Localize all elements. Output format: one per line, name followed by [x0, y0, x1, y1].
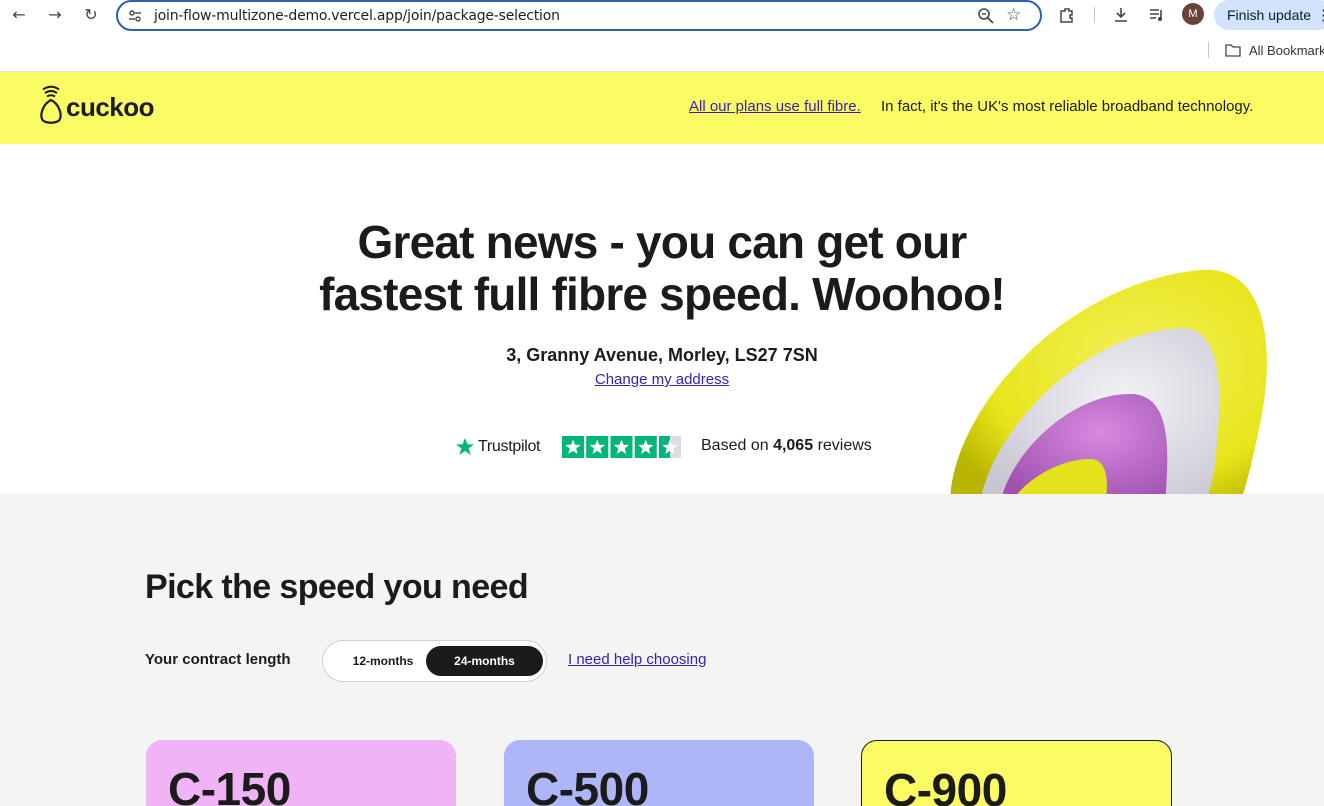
- site-header: cuckoo All our plans use full fibre. In …: [0, 72, 1324, 144]
- bookmark-star-icon[interactable]: ☆: [1006, 5, 1021, 25]
- hero-heading-line2: fastest full fibre speed. Woohoo!: [319, 268, 1006, 320]
- plan-name: C-500: [526, 763, 649, 806]
- rating-star-5: [659, 436, 681, 458]
- banner-tagline: In fact, it's the UK's most reliable bro…: [881, 98, 1254, 115]
- site-info-icon[interactable]: [127, 8, 143, 24]
- contract-option-12-months[interactable]: 12-months: [329, 646, 437, 676]
- package-selection-section: Pick the speed you need Your contract le…: [0, 494, 1324, 806]
- profile-avatar[interactable]: M: [1182, 3, 1204, 25]
- plan-name: C-150: [168, 763, 291, 806]
- service-address: 3, Granny Avenue, Morley, LS27 7SN: [506, 345, 818, 365]
- cuckoo-logo[interactable]: cuckoo: [38, 84, 162, 130]
- contract-option-24-months[interactable]: 24-months: [426, 646, 543, 676]
- rating-star-1: [562, 436, 584, 458]
- back-icon[interactable]: ←: [8, 3, 30, 25]
- plan-card-c150[interactable]: C-150: [146, 740, 456, 806]
- address-bar[interactable]: join-flow-multizone-demo.vercel.app/join…: [116, 0, 1042, 31]
- toolbar-divider: [1094, 7, 1095, 23]
- rating-star-4: [634, 436, 657, 458]
- plan-name: C-900: [884, 764, 1007, 806]
- rating-star-2: [586, 436, 609, 458]
- all-bookmarks-link[interactable]: All Bookmarks: [1249, 43, 1324, 58]
- reviews-count: 4,065: [773, 437, 814, 454]
- contract-length-label: Your contract length: [145, 651, 291, 668]
- extensions-icon[interactable]: [1056, 4, 1078, 26]
- menu-dots-icon[interactable]: ⋮: [1316, 6, 1324, 24]
- full-fibre-link[interactable]: All our plans use full fibre.: [689, 98, 861, 115]
- logo-text: cuckoo: [66, 92, 155, 122]
- folder-icon: [1225, 44, 1241, 57]
- zoom-icon[interactable]: [976, 6, 996, 26]
- help-choosing-link[interactable]: I need help choosing: [568, 651, 706, 668]
- plan-card-c500[interactable]: C-500: [504, 740, 814, 806]
- download-icon[interactable]: [1110, 4, 1132, 26]
- trustpilot-name: Trustpilot: [478, 438, 541, 455]
- plan-card-c900[interactable]: C-900: [861, 740, 1172, 806]
- reviews-summary: Based on 4,065 reviews: [701, 437, 872, 455]
- reviews-prefix: Based on: [701, 437, 769, 454]
- hero-heading: Great news - you can get our fastest ful…: [0, 216, 1324, 320]
- section-title: Pick the speed you need: [145, 568, 529, 606]
- reviews-suffix: reviews: [817, 437, 872, 454]
- url-text[interactable]: join-flow-multizone-demo.vercel.app/join…: [154, 8, 560, 24]
- contract-length-toggle[interactable]: 12-months 24-months: [322, 640, 547, 682]
- browser-toolbar: ← → ↻ join-flow-multizone-demo.vercel.ap…: [0, 0, 1324, 72]
- finish-update-button[interactable]: Finish update: [1214, 0, 1324, 30]
- hero-section: Great news - you can get our fastest ful…: [0, 144, 1324, 494]
- change-address-link[interactable]: Change my address: [0, 371, 1324, 388]
- trustpilot-star-icon: [456, 438, 474, 455]
- trustpilot-rating-stars: [562, 436, 681, 458]
- egg-logo-icon: [40, 85, 62, 124]
- hero-heading-line1: Great news - you can get our: [357, 216, 968, 268]
- trustpilot-logo[interactable]: Trustpilot: [455, 436, 541, 458]
- reload-icon[interactable]: ↻: [80, 3, 102, 25]
- change-address-label[interactable]: Change my address: [595, 371, 729, 388]
- bookmark-divider: [1208, 42, 1209, 58]
- forward-icon[interactable]: →: [44, 3, 66, 25]
- media-control-icon[interactable]: [1146, 4, 1168, 26]
- rating-star-3: [610, 436, 633, 458]
